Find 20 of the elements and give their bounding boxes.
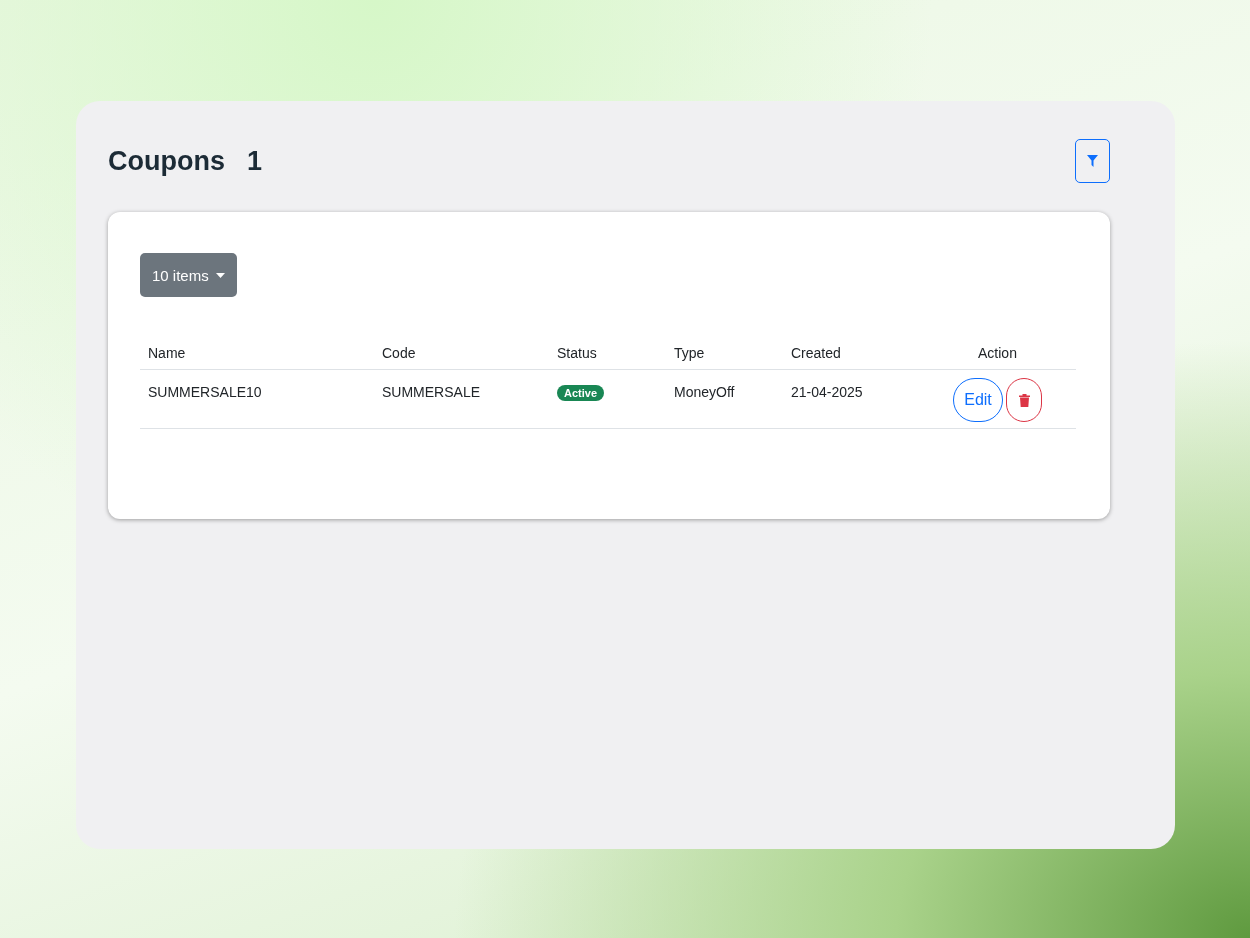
- table-cell: SUMMERSALE10: [148, 384, 262, 400]
- page-size-dropdown[interactable]: 10 items: [140, 253, 237, 297]
- coupon-count: 1: [247, 145, 262, 177]
- column-header: Action: [978, 345, 1017, 361]
- column-header: Created: [791, 345, 841, 361]
- column-header: Code: [382, 345, 416, 361]
- page-title: Coupons: [108, 145, 225, 177]
- filter-icon: [1087, 155, 1098, 167]
- caret-icon: [215, 272, 225, 278]
- trash-icon: [1018, 393, 1030, 407]
- column-header: Name: [148, 345, 186, 361]
- column-header: Status: [557, 345, 597, 361]
- delete-button[interactable]: [1006, 378, 1042, 422]
- status-badge: Active: [557, 385, 605, 401]
- filter-button[interactable]: [1075, 139, 1110, 183]
- table-cell: SUMMERSALE: [382, 384, 481, 400]
- edit-button[interactable]: Edit: [953, 378, 1003, 422]
- table-cell: MoneyOff: [674, 384, 735, 400]
- table-cell: 21-04-2025: [791, 384, 863, 400]
- column-header: Type: [674, 345, 705, 361]
